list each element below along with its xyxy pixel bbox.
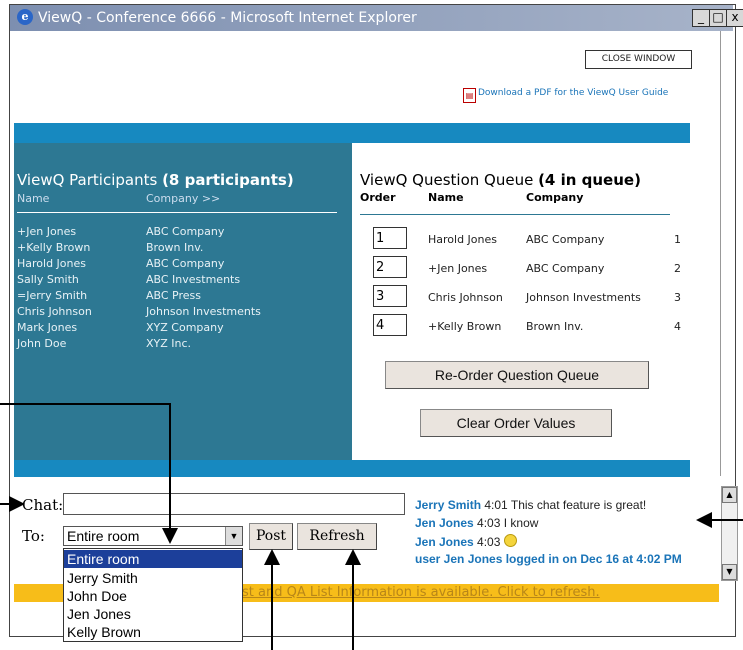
annotation-arrows — [0, 403, 743, 650]
arrow-to-recipient-select — [0, 403, 178, 544]
